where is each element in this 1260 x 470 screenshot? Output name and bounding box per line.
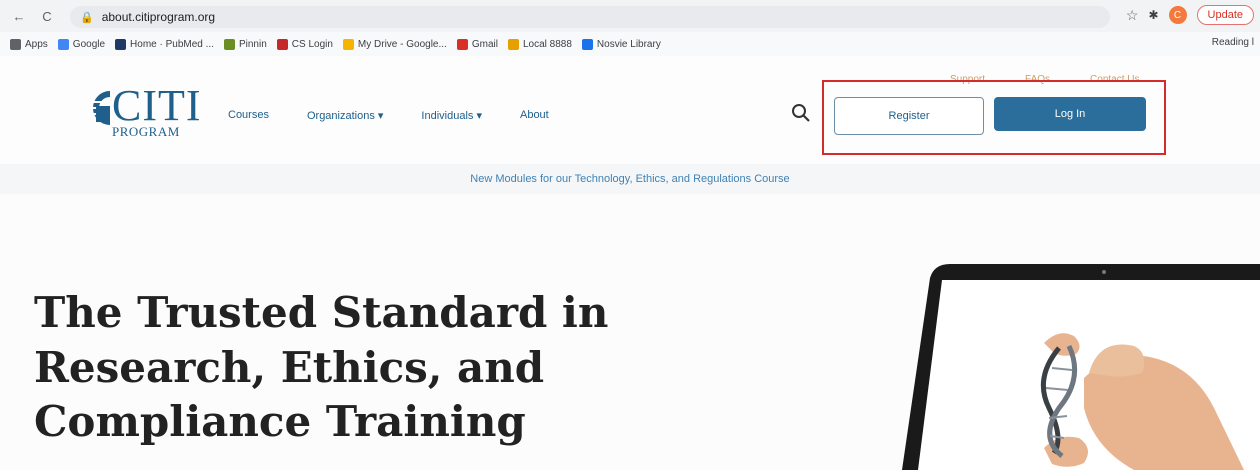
reading-list-button[interactable]: Reading l bbox=[1212, 37, 1254, 48]
bookmark-item[interactable]: Pinnin bbox=[223, 38, 267, 50]
nav-individuals[interactable]: Individuals ▾ bbox=[421, 109, 482, 122]
url-text: about.citiprogram.org bbox=[101, 10, 216, 24]
bookmark-favicon-icon bbox=[10, 38, 21, 50]
hero-line-2: Research, Ethics, and bbox=[34, 342, 545, 392]
bookmark-item[interactable]: My Drive - Google... bbox=[342, 38, 447, 50]
hero-line-3: Compliance Training bbox=[34, 397, 526, 447]
bookmark-label: My Drive - Google... bbox=[357, 38, 447, 50]
globe-icon bbox=[86, 91, 111, 125]
hero-section: The Trusted Standard in Research, Ethics… bbox=[0, 194, 1260, 470]
bookmark-favicon-icon bbox=[57, 38, 69, 50]
address-bar[interactable]: 🔒 about.citiprogram.org bbox=[70, 6, 1110, 28]
profile-avatar[interactable]: C bbox=[1168, 6, 1187, 24]
bookmark-item[interactable]: CS Login bbox=[276, 38, 333, 50]
nav-organizations[interactable]: Organizations ▾ bbox=[307, 109, 383, 122]
bookmark-label: CS Login bbox=[291, 38, 333, 50]
back-button[interactable]: ← bbox=[10, 9, 28, 24]
browser-toolbar: ← C 🔒 about.citiprogram.org ☆ ✱ C Update bbox=[0, 0, 1260, 32]
bookmark-label: Gmail bbox=[471, 38, 498, 50]
bookmark-item[interactable]: Nosvie Library bbox=[581, 38, 661, 50]
bookmark-favicon-icon bbox=[276, 38, 288, 50]
nav-courses[interactable]: Courses bbox=[228, 109, 269, 122]
bookmark-favicon-icon bbox=[223, 38, 235, 50]
laptop-dna-image bbox=[902, 264, 1260, 470]
hero-title: The Trusted Standard in Research, Ethics… bbox=[34, 286, 654, 450]
lock-icon: 🔒 bbox=[80, 11, 94, 24]
bookmark-item[interactable]: Google bbox=[57, 38, 106, 50]
bookmark-favicon-icon bbox=[456, 38, 468, 50]
update-button[interactable]: Update bbox=[1196, 5, 1254, 25]
reload-button[interactable]: C bbox=[38, 9, 56, 24]
bookmarks-bar: Apps Google Home · PubMed ... Pinnin CS Logi… bbox=[0, 32, 1260, 56]
bookmark-favicon-icon bbox=[581, 38, 593, 50]
bookmark-favicon-icon bbox=[342, 38, 354, 50]
register-button[interactable]: Register bbox=[834, 97, 984, 135]
login-button[interactable]: Log In bbox=[994, 97, 1146, 131]
search-icon[interactable] bbox=[790, 102, 812, 124]
bookmark-favicon-icon bbox=[507, 38, 519, 50]
bookmark-favicon-icon bbox=[115, 38, 127, 50]
extensions-icon[interactable]: ✱ bbox=[1148, 8, 1158, 22]
citi-logo[interactable]: CITI PROGRAM bbox=[82, 81, 202, 146]
bookmark-label: Google bbox=[72, 38, 106, 50]
announcement-banner[interactable]: New Modules for our Technology, Ethics, … bbox=[0, 164, 1260, 194]
bookmark-item[interactable]: Apps bbox=[10, 38, 48, 50]
bookmark-label: Nosvie Library bbox=[596, 38, 661, 50]
bookmark-label: Local 8888 bbox=[522, 38, 572, 50]
site-header: CITI PROGRAM Courses Organizations ▾ Ind… bbox=[0, 56, 1260, 164]
bookmark-label: Pinnin bbox=[238, 38, 267, 50]
bookmark-item[interactable]: Gmail bbox=[456, 38, 498, 50]
main-nav: Courses Organizations ▾ Individuals ▾ Ab… bbox=[228, 109, 549, 122]
bookmark-star-icon[interactable]: ☆ bbox=[1126, 7, 1139, 24]
bookmark-label: Apps bbox=[25, 38, 48, 50]
banner-link[interactable]: New Modules for our Technology, Ethics, … bbox=[470, 173, 789, 185]
logo-wordmark: CITI bbox=[112, 81, 202, 130]
hero-line-1: The Trusted Standard in bbox=[34, 288, 609, 337]
logo-subtitle: PROGRAM bbox=[112, 124, 180, 139]
bookmark-label: Home · PubMed ... bbox=[130, 38, 214, 50]
bookmark-item[interactable]: Local 8888 bbox=[507, 38, 572, 50]
bookmark-item[interactable]: Home · PubMed ... bbox=[115, 38, 214, 50]
nav-about[interactable]: About bbox=[520, 109, 549, 122]
